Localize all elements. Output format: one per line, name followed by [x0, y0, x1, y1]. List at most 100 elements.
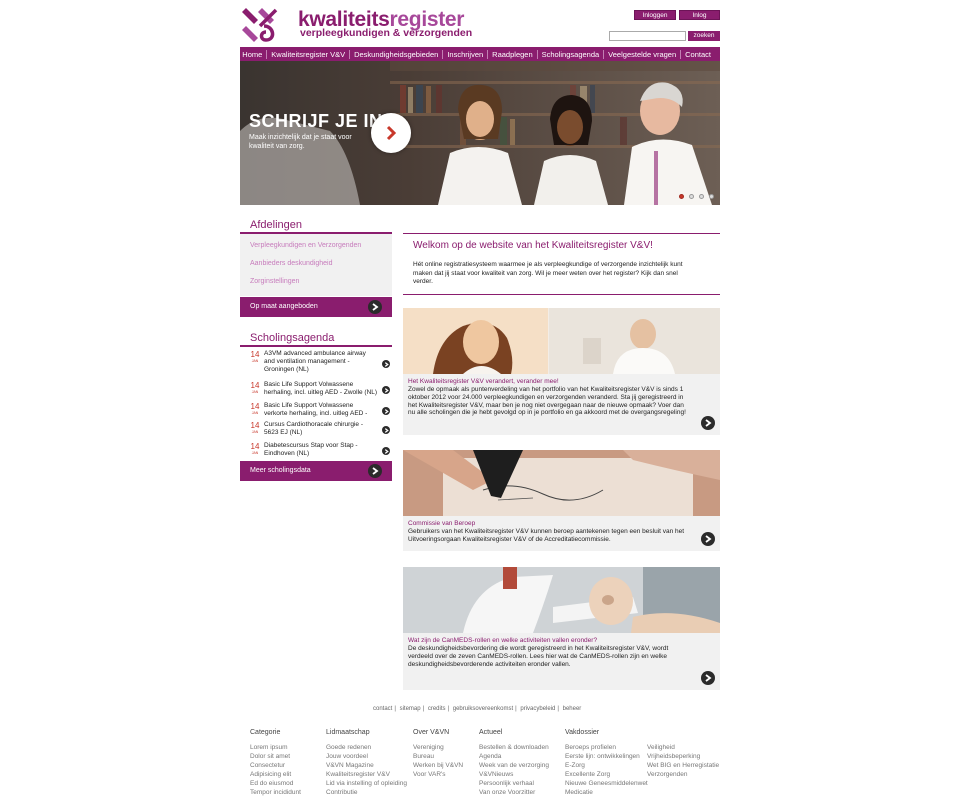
footer-item[interactable]: Vereniging [413, 743, 463, 752]
footer-item[interactable]: Medicatie [565, 788, 648, 797]
footer-column-vakdossier-2: Veiligheid Vrijheidsbeperking Wet BIG en… [647, 728, 719, 779]
footer-item[interactable]: V&VN Magazine [326, 761, 407, 770]
card-title[interactable]: Wat zijn de CanMEDS-rollen en welke acti… [408, 637, 597, 644]
event-text: Diabetescursus Stap voor Stap - Eindhove… [264, 442, 358, 457]
news-card[interactable]: Wat zijn de CanMEDS-rollen en welke acti… [403, 567, 720, 690]
footer-link-sitemap[interactable]: sitemap [400, 706, 421, 712]
news-card[interactable]: Het Kwaliteitsregister V&V verandert, ve… [403, 308, 720, 435]
afdeling-link-zorginstellingen[interactable]: Zorginstellingen [250, 278, 299, 285]
nav-deskundigheidsgebieden[interactable]: Deskundigheidsgebieden [349, 49, 442, 59]
footer-item[interactable]: Jouw voordeel [326, 752, 407, 761]
footer-item[interactable]: Nieuwe Geneesmiddelenwet [565, 779, 648, 788]
arrow-circle-icon [382, 386, 390, 394]
footer-item[interactable]: Wet BIG en Herregistatie [647, 761, 719, 770]
footer-item[interactable]: Week van de verzorging [479, 761, 549, 770]
footer-item[interactable]: Van onze Voorzitter [479, 788, 549, 797]
event-item[interactable]: 14 JAN A3VM advanced ambulance airway and… [246, 350, 398, 376]
footer-item[interactable]: Goede redenen [326, 743, 407, 752]
footer-link-contact[interactable]: contact [373, 706, 392, 712]
card-image [403, 308, 720, 374]
event-item[interactable]: 14 JAN Cursus Cardiothoracale chirurgie -… [246, 421, 398, 441]
event-item[interactable]: 14 JAN Basic Life Support Volwassene verk… [246, 402, 398, 422]
slide-dot-1[interactable] [679, 194, 684, 199]
footer-item[interactable]: Agenda [479, 752, 549, 761]
footer-item[interactable]: Adipisicing elit [250, 770, 301, 779]
slide-dot-4[interactable] [709, 194, 714, 199]
slide-dot-3[interactable] [699, 194, 704, 199]
footer-item[interactable]: Veiligheid [647, 743, 719, 752]
nav-inschrijven[interactable]: Inschrijven [442, 49, 487, 59]
afdeling-link-verpleegkundigen[interactable]: Verpleegkundigen en Verzorgenden [250, 242, 361, 249]
footer-item[interactable]: Persoonlijk verhaal [479, 779, 549, 788]
event-date: 14 JAN [250, 442, 260, 456]
footer-item[interactable]: Ed do eiusmod [250, 779, 301, 788]
slide-dot-2[interactable] [689, 194, 694, 199]
nav-home[interactable]: Home [238, 50, 266, 59]
event-text: Basic Life Support Volwassene herhaling,… [264, 381, 378, 396]
footer-item[interactable]: Werken bij V&VN [413, 761, 463, 770]
logo-subtitle: verpleegkundigen & verzorgenden [300, 27, 473, 39]
scholing-heading: Scholingsagenda [250, 332, 335, 344]
slide-indicator [679, 194, 714, 199]
nav-veelgestelde-vragen[interactable]: Veelgestelde vragen [603, 49, 680, 59]
afdelingen-heading: Afdelingen [250, 219, 302, 231]
logo-icon[interactable] [240, 4, 280, 44]
nav-raadplegen[interactable]: Raadplegen [487, 49, 536, 59]
footer-item[interactable]: Bestellen & downloaden [479, 743, 549, 752]
card-title[interactable]: Commissie van Beroep [408, 520, 475, 527]
main-nav: Home Kwaliteitsregister V&V Deskundighei… [240, 47, 720, 61]
footer-item[interactable]: E-Zorg [565, 761, 648, 770]
footer-item[interactable]: Bureau [413, 752, 463, 761]
footer-column-heading [647, 728, 719, 737]
footer-item[interactable]: Lid via instelling of opleiding [326, 779, 407, 788]
footer-column-heading: Categorie [250, 729, 281, 736]
footer-item[interactable]: Contributie [326, 788, 407, 797]
footer-column-heading: Over V&VN [413, 729, 450, 736]
forgot-login-button[interactable]: Inlog vergeten? [679, 10, 720, 29]
footer-column-actueel: Actueel Bestellen & downloaden Agenda We… [479, 728, 549, 797]
footer-link-beheer[interactable]: beheer [563, 706, 582, 712]
footer-link-privacybeleid[interactable]: privacybeleid [520, 706, 555, 712]
footer-item[interactable]: Tempor incididunt [250, 788, 301, 797]
footer-item[interactable]: Lorem ipsum [250, 743, 301, 752]
arrow-circle-icon[interactable] [701, 532, 715, 546]
op-maat-button[interactable]: Op maat aangeboden [240, 297, 392, 317]
footer-item[interactable]: Dolor sit amet [250, 752, 301, 761]
footer-item[interactable]: Beroeps profielen [565, 743, 648, 752]
footer-link-gebruiksovereenkomst[interactable]: gebruiksovereenkomst [453, 706, 513, 712]
footer-column-heading: Vakdossier [565, 729, 600, 736]
footer-item[interactable]: Eerste lijn: ontwikkelingen [565, 752, 648, 761]
afdeling-link-aanbieders[interactable]: Aanbieders deskundigheid [250, 260, 333, 267]
nav-scholingsagenda[interactable]: Scholingsagenda [536, 49, 604, 59]
search-button[interactable]: zoeken [688, 31, 720, 41]
card-text: Gebruikers van het Kwaliteitsregister V&… [408, 528, 685, 543]
search-input[interactable] [609, 31, 686, 41]
meer-scholingsdata-button[interactable]: Meer scholingsdata [240, 461, 392, 481]
afdelingen-box: Verpleegkundigen en Verzorgenden Aanbied… [240, 234, 392, 296]
nav-contact[interactable]: Contact [680, 49, 715, 59]
footer-item[interactable]: Kwaliteitsregister V&V [326, 770, 407, 779]
news-card[interactable]: Commissie van Beroep Gebruikers van het … [403, 450, 720, 551]
card-title[interactable]: Het Kwaliteitsregister V&V verandert, ve… [408, 378, 559, 385]
login-button[interactable]: Inloggen [634, 10, 676, 20]
op-maat-label: Op maat aangeboden [250, 303, 318, 310]
footer-item[interactable]: Excellente Zorg [565, 770, 648, 779]
footer-item[interactable]: Voor VAR's [413, 770, 463, 779]
arrow-circle-icon[interactable] [701, 671, 715, 685]
hero-banner[interactable]: SCHRIJF JE IN! Maak inzichtelijk dat je … [240, 61, 720, 205]
footer-link-credits[interactable]: credits [428, 706, 446, 712]
welcome-text: Hét online registratiesysteem waarmee je… [413, 261, 683, 285]
hero-text: Maak inzichtelijk dat je staat voor kwal… [249, 134, 352, 150]
event-item[interactable]: 14 JAN Basic Life Support Volwassene herh… [246, 381, 398, 401]
event-date: 14 JAN [250, 402, 260, 416]
footer-item[interactable]: Verzorgenden [647, 770, 719, 779]
footer-item[interactable]: Consectetur [250, 761, 301, 770]
nav-kwaliteitsregister[interactable]: Kwaliteitsregister V&V [266, 49, 349, 59]
event-text: Basic Life Support Volwassene verkorte h… [264, 402, 368, 417]
event-item[interactable]: 14 JAN Diabetescursus Stap voor Stap - Ei… [246, 442, 398, 462]
hero-next-button[interactable] [371, 113, 411, 153]
footer-item[interactable]: Vrijheidsbeperking [647, 752, 719, 761]
welcome-title: Welkom op de website van het Kwaliteitsr… [413, 240, 653, 251]
arrow-circle-icon[interactable] [701, 416, 715, 430]
footer-item[interactable]: V&VNieuws [479, 770, 549, 779]
